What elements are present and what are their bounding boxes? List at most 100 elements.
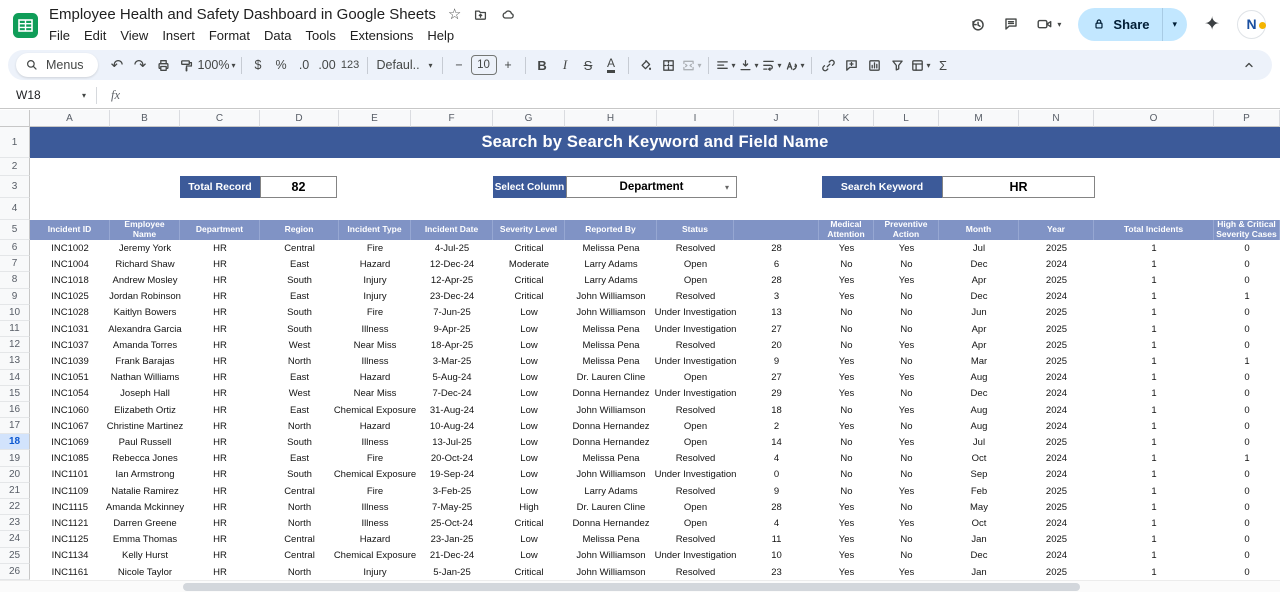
cell[interactable]: INC1125: [30, 532, 110, 548]
cell[interactable]: INC1039: [30, 353, 110, 369]
cell[interactable]: Illness: [339, 515, 411, 531]
cell[interactable]: INC1067: [30, 418, 110, 434]
cell[interactable]: INC1101: [30, 467, 110, 483]
cell[interactable]: Yes: [874, 564, 939, 580]
cell[interactable]: Yes: [874, 370, 939, 386]
cell[interactable]: Low: [493, 305, 565, 321]
cell[interactable]: 29: [734, 386, 819, 402]
cell[interactable]: No: [874, 353, 939, 369]
redo-button[interactable]: ↷: [129, 53, 152, 77]
cell[interactable]: Low: [493, 353, 565, 369]
cell[interactable]: 1: [1094, 434, 1214, 450]
cell[interactable]: Under Investigation: [657, 386, 734, 402]
cell[interactable]: Hazard: [339, 370, 411, 386]
cell[interactable]: Elizabeth Ortiz: [110, 402, 180, 418]
cell[interactable]: Resolved: [657, 240, 734, 256]
cell[interactable]: INC1031: [30, 321, 110, 337]
cell[interactable]: INC1037: [30, 337, 110, 353]
cell[interactable]: No: [819, 321, 874, 337]
format-currency-button[interactable]: $: [247, 53, 270, 77]
cell[interactable]: 23: [734, 564, 819, 580]
cell[interactable]: 1: [1094, 418, 1214, 434]
table-column-header[interactable]: Year: [1019, 220, 1094, 240]
cell[interactable]: East: [260, 256, 339, 272]
cell[interactable]: 18-Apr-25: [411, 337, 493, 353]
cell[interactable]: Mar: [939, 353, 1019, 369]
cell[interactable]: 1: [1094, 337, 1214, 353]
cell[interactable]: Oct: [939, 451, 1019, 467]
cell[interactable]: Under Investigation: [657, 353, 734, 369]
cell[interactable]: 1: [1094, 483, 1214, 499]
cell[interactable]: 2025: [1019, 305, 1094, 321]
cell[interactable]: No: [874, 305, 939, 321]
table-column-header[interactable]: Reported By: [565, 220, 657, 240]
create-filter-button[interactable]: [886, 53, 909, 77]
bold-button[interactable]: B: [531, 53, 554, 77]
cell[interactable]: North: [260, 418, 339, 434]
cell[interactable]: No: [874, 289, 939, 305]
cell[interactable]: Near Miss: [339, 386, 411, 402]
functions-button[interactable]: Σ: [932, 53, 955, 77]
cell[interactable]: 20: [734, 337, 819, 353]
cell[interactable]: INC1161: [30, 564, 110, 580]
cell[interactable]: HR: [180, 337, 260, 353]
cell[interactable]: 2024: [1019, 402, 1094, 418]
menu-insert[interactable]: Insert: [155, 26, 202, 45]
cell[interactable]: 1: [1094, 499, 1214, 515]
cell[interactable]: No: [874, 499, 939, 515]
cell[interactable]: INC1060: [30, 402, 110, 418]
cell[interactable]: 3-Feb-25: [411, 483, 493, 499]
cell[interactable]: INC1028: [30, 305, 110, 321]
row-header-22[interactable]: 22: [0, 499, 30, 515]
cell[interactable]: INC1025: [30, 289, 110, 305]
gemini-sparkle-icon[interactable]: ✦: [1204, 15, 1220, 34]
cell[interactable]: 0: [734, 467, 819, 483]
cell[interactable]: 1: [1094, 548, 1214, 564]
cell[interactable]: Open: [657, 370, 734, 386]
cell[interactable]: 27: [734, 370, 819, 386]
cell[interactable]: Feb: [939, 483, 1019, 499]
cell[interactable]: Fire: [339, 305, 411, 321]
cell[interactable]: Amanda Torres: [110, 337, 180, 353]
cell[interactable]: HR: [180, 564, 260, 580]
cell[interactable]: 19-Sep-24: [411, 467, 493, 483]
cell[interactable]: Resolved: [657, 532, 734, 548]
cell[interactable]: 2025: [1019, 434, 1094, 450]
column-header-G[interactable]: G: [493, 110, 565, 127]
cell[interactable]: Frank Barajas: [110, 353, 180, 369]
cell[interactable]: 1: [1094, 451, 1214, 467]
collapse-toolbar-button[interactable]: [1237, 53, 1260, 77]
cell[interactable]: No: [874, 386, 939, 402]
cell[interactable]: Chemical Exposure: [339, 548, 411, 564]
cell[interactable]: No: [874, 256, 939, 272]
cell[interactable]: John Williamson: [565, 467, 657, 483]
increase-decimal-button[interactable]: .00: [316, 53, 339, 77]
cell[interactable]: Richard Shaw: [110, 256, 180, 272]
column-header-J[interactable]: J: [734, 110, 819, 127]
menu-format[interactable]: Format: [202, 26, 257, 45]
cell[interactable]: Yes: [819, 272, 874, 288]
cell[interactable]: 0: [1214, 515, 1280, 531]
cell[interactable]: Melissa Pena: [565, 451, 657, 467]
cell[interactable]: Donna Hernandez: [565, 386, 657, 402]
cell[interactable]: North: [260, 564, 339, 580]
cell[interactable]: Dr. Lauren Cline: [565, 499, 657, 515]
cell[interactable]: Critical: [493, 289, 565, 305]
cell[interactable]: South: [260, 321, 339, 337]
cell[interactable]: 6: [734, 256, 819, 272]
cell[interactable]: 9-Apr-25: [411, 321, 493, 337]
cell[interactable]: No: [819, 337, 874, 353]
column-header-N[interactable]: N: [1019, 110, 1094, 127]
cell[interactable]: HR: [180, 402, 260, 418]
cell[interactable]: 0: [1214, 548, 1280, 564]
cell[interactable]: Under Investigation: [657, 548, 734, 564]
row-header-11[interactable]: 11: [0, 321, 30, 337]
row-header-14[interactable]: 14: [0, 370, 30, 386]
menu-tools[interactable]: Tools: [298, 26, 342, 45]
cell[interactable]: Jan: [939, 532, 1019, 548]
cell[interactable]: Yes: [874, 272, 939, 288]
cell[interactable]: 0: [1214, 483, 1280, 499]
cell[interactable]: 1: [1094, 353, 1214, 369]
cell[interactable]: 10: [734, 548, 819, 564]
menu-file[interactable]: File: [42, 26, 77, 45]
